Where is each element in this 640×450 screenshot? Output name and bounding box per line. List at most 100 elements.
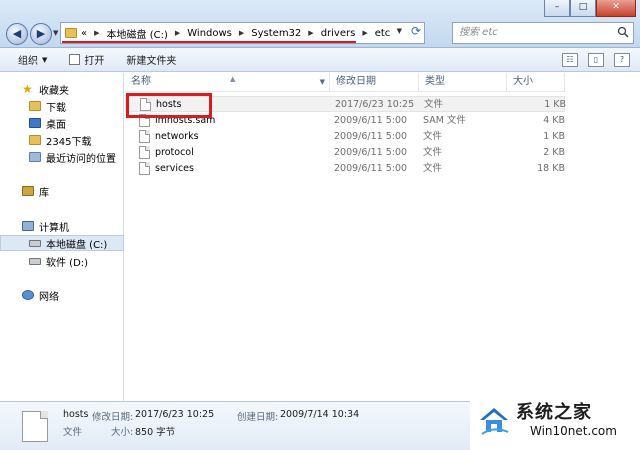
column-header-size[interactable]: 大小	[507, 73, 565, 91]
details-size-value: 850 字节	[135, 427, 176, 438]
refresh-icon[interactable]: ⟳	[411, 24, 421, 38]
file-date: 2009/6/11 5:00	[334, 163, 408, 174]
sidebar-item-libraries[interactable]: 库	[22, 183, 122, 199]
back-button[interactable]: ◀	[6, 23, 28, 45]
sidebar-item-desktop[interactable]: 桌面	[29, 115, 122, 131]
window-titlebar: – □ ✕ ◀ ▶ ▼ « ▶ 本地磁盘 (C:) ▶ Windows ▶ Sy…	[0, 0, 640, 48]
column-header-name[interactable]: 名称 ▲ ▼	[125, 73, 330, 91]
column-header-date[interactable]: 修改日期	[330, 73, 419, 91]
chevron-right-icon: ▶	[238, 29, 245, 37]
chevron-right-icon: ▶	[94, 29, 100, 37]
sidebar-item-label: 收藏夹	[39, 85, 69, 97]
file-type: 文件	[423, 131, 443, 142]
file-size: 1 KB	[544, 99, 566, 110]
file-date: 2017/6/23 10:25	[335, 99, 415, 110]
sidebar-item-label: 最近访问的位置	[46, 153, 116, 165]
sidebar-item-label: 下载	[46, 102, 66, 114]
navigation-pane: ★ 收藏夹 下载 桌面 2345下载 最近访问的位置 库 计算机 本地磁盘 (C…	[0, 73, 124, 401]
details-size-label: 大小:	[111, 427, 134, 438]
breadcrumb-system32[interactable]: System32	[251, 28, 301, 39]
file-date: 2009/6/11 5:00	[334, 115, 408, 126]
open-label: 打开	[84, 56, 105, 67]
watermark-subtitle: Win10net.com	[530, 424, 617, 438]
sidebar-item-software-d[interactable]: 软件 (D:)	[29, 253, 122, 269]
sidebar-item-computer[interactable]: 计算机	[22, 218, 122, 234]
breadcrumb-local-disk[interactable]: 本地磁盘 (C:)	[107, 26, 168, 41]
maximize-button[interactable]: □	[570, 0, 596, 17]
site-watermark: 系统之家 Win10net.com	[470, 392, 640, 450]
file-name: services	[155, 163, 194, 174]
file-name: protocol	[155, 147, 194, 158]
file-name: networks	[155, 131, 199, 142]
sort-up-icon: ▲	[230, 75, 236, 83]
search-placeholder: 搜索 etc	[459, 27, 498, 38]
details-created-label: 创建日期:	[237, 412, 279, 423]
library-icon	[22, 186, 34, 196]
file-date: 2009/6/11 5:00	[334, 131, 408, 142]
table-row[interactable]: networks 2009/6/11 5:00 文件 1 KB	[125, 129, 565, 145]
file-date: 2009/6/11 5:00	[334, 147, 408, 158]
table-row[interactable]: services 2009/6/11 5:00 文件 18 KB	[125, 161, 565, 177]
organize-label: 组织	[18, 56, 38, 67]
new-folder-button[interactable]: 新建文件夹	[126, 52, 176, 67]
drive-icon	[29, 257, 41, 265]
folder-icon	[65, 28, 77, 38]
breadcrumb-etc[interactable]: etc	[375, 28, 391, 39]
sidebar-item-recent-places[interactable]: 最近访问的位置	[29, 149, 122, 165]
column-header-label: 类型	[425, 76, 445, 87]
organize-button[interactable]: 组织 ▼	[18, 52, 47, 68]
file-size: 18 KB	[537, 163, 565, 174]
file-size: 1 KB	[543, 131, 565, 142]
address-overflow[interactable]: «	[81, 28, 87, 39]
file-type: 文件	[423, 163, 443, 174]
chevron-down-icon[interactable]: ▼	[320, 73, 325, 91]
preview-pane-icon[interactable]: ▯	[588, 53, 604, 67]
breadcrumb-windows[interactable]: Windows	[187, 28, 232, 39]
help-icon[interactable]: ?	[614, 53, 630, 67]
sidebar-item-network[interactable]: 网络	[22, 287, 122, 303]
sidebar-item-2345-downloads[interactable]: 2345下载	[29, 132, 122, 148]
folder-icon	[29, 101, 41, 111]
table-row[interactable]: protocol 2009/6/11 5:00 文件 2 KB	[125, 145, 565, 161]
file-list: 名称 ▲ ▼ 修改日期 类型 大小 hosts 2017/6/23 10:25 …	[125, 73, 640, 401]
command-toolbar: 组织 ▼ 打开 新建文件夹 ☷ ▯ ?	[0, 48, 640, 72]
search-icon[interactable]	[617, 26, 629, 38]
window-controls: – □ ✕	[544, 0, 636, 17]
chevron-right-icon: ▶	[308, 29, 314, 37]
close-button[interactable]: ✕	[596, 0, 636, 17]
file-icon	[139, 162, 150, 175]
breadcrumb-drivers[interactable]: drivers	[321, 28, 356, 39]
recent-pages-dropdown[interactable]: ▼	[53, 29, 58, 37]
file-size: 2 KB	[543, 147, 565, 158]
column-header-label: 修改日期	[336, 76, 376, 87]
search-input[interactable]: 搜索 etc	[452, 22, 634, 44]
file-type: 文件	[424, 99, 444, 110]
recent-places-icon	[29, 152, 41, 162]
header-divider	[125, 91, 565, 92]
star-icon: ★	[22, 82, 33, 96]
sidebar-item-label: 计算机	[39, 222, 69, 234]
column-header-type[interactable]: 类型	[419, 73, 507, 91]
forward-button[interactable]: ▶	[30, 23, 52, 45]
minimize-button[interactable]: –	[544, 0, 570, 17]
file-type: 文件	[423, 147, 443, 158]
sidebar-item-downloads[interactable]: 下载	[29, 98, 122, 114]
details-created-value: 2009/7/14 10:34	[280, 409, 360, 420]
sidebar-item-local-disk-c[interactable]: 本地磁盘 (C:)	[0, 235, 124, 251]
sidebar-item-label: 库	[39, 187, 49, 199]
file-size: 4 KB	[543, 115, 565, 126]
details-file-name: hosts	[63, 409, 89, 420]
open-button[interactable]: 打开	[69, 52, 104, 67]
desktop-icon	[29, 118, 41, 128]
details-modified-value: 2017/6/23 10:25	[135, 409, 215, 420]
network-icon	[22, 290, 34, 300]
file-icon	[139, 146, 150, 159]
folder-icon	[29, 135, 41, 145]
view-options-icon[interactable]: ☷	[562, 53, 578, 67]
address-history-dropdown[interactable]: ▼	[397, 27, 402, 35]
file-icon	[139, 130, 150, 143]
watermark-title: 系统之家	[516, 402, 592, 423]
sidebar-item-favorites[interactable]: ★ 收藏夹	[22, 81, 122, 97]
file-type: SAM 文件	[423, 115, 466, 126]
computer-icon	[22, 221, 34, 231]
